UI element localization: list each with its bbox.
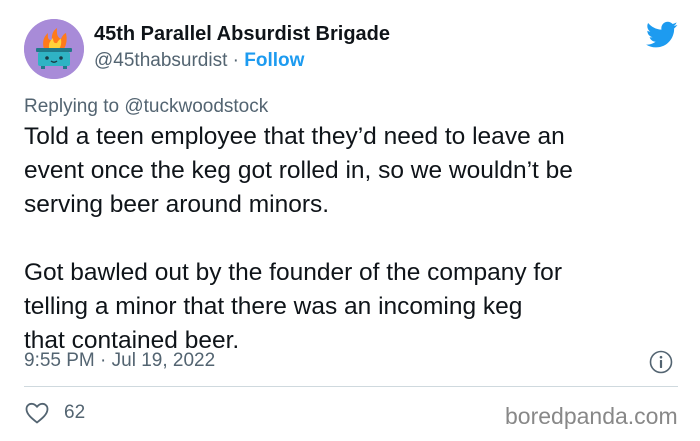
burning-dumpster-avatar-icon — [24, 19, 84, 79]
follow-button[interactable]: Follow — [244, 50, 304, 71]
heart-icon[interactable] — [24, 401, 50, 425]
tweet-line: event once the keg got rolled in, so we … — [24, 157, 573, 184]
twitter-bird-icon[interactable] — [646, 21, 678, 49]
tweet-text: Told a teen employee that they’d need to… — [24, 120, 694, 358]
tweet-line: telling a minor that there was an incomi… — [24, 293, 523, 320]
author-avatar[interactable] — [24, 19, 84, 79]
twitter-bird-glyph — [646, 21, 678, 48]
author-display-name[interactable]: 45th Parallel Absurdist Brigade — [94, 23, 390, 46]
tweet-line: Told a teen employee that they’d need to… — [24, 123, 565, 150]
replying-to-label: Replying to @tuckwoodstock — [24, 96, 269, 117]
tweet-paragraph-1: Told a teen employee that they’d need to… — [24, 120, 694, 222]
tweet-card: 45th Parallel Absurdist Brigade @45thabs… — [0, 0, 700, 441]
like-count: 62 — [64, 402, 86, 423]
author-handle[interactable]: @45thabsurdist — [94, 50, 227, 71]
watermark: boredpanda.com — [505, 403, 678, 429]
tweet-line: Got bawled out by the founder of the com… — [24, 259, 562, 286]
heart-glyph — [25, 402, 49, 424]
info-icon[interactable] — [649, 350, 673, 374]
author-handle-row: @45thabsurdist · Follow — [94, 50, 304, 72]
tweet-divider — [24, 386, 678, 387]
tweet-line: serving beer around minors. — [24, 191, 330, 218]
info-glyph — [649, 350, 673, 374]
tweet-paragraph-2: Got bawled out by the founder of the com… — [24, 256, 694, 358]
tweet-timestamp[interactable]: 9:55 PM · Jul 19, 2022 — [24, 350, 215, 372]
handle-separator: · — [232, 50, 239, 71]
